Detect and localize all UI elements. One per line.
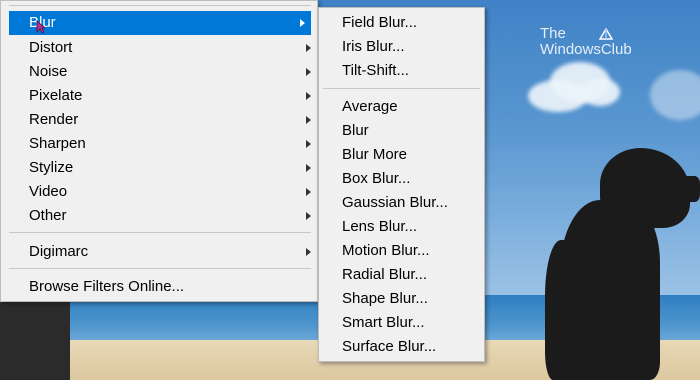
watermark-logo-icon bbox=[599, 28, 613, 40]
mouse-cursor-icon bbox=[36, 20, 46, 34]
submenu-item-box-blur[interactable]: Box Blur... bbox=[319, 167, 484, 191]
submenu-arrow-icon bbox=[306, 44, 311, 52]
menu-separator bbox=[9, 268, 311, 269]
menu-item-distort[interactable]: Distort bbox=[1, 36, 317, 60]
submenu-arrow-icon bbox=[306, 92, 311, 100]
dog-back bbox=[545, 240, 585, 380]
menu-item-label: Sharpen bbox=[29, 135, 86, 152]
submenu-item-label: Box Blur... bbox=[342, 170, 411, 187]
submenu-item-label: Motion Blur... bbox=[342, 242, 430, 259]
submenu-arrow-icon bbox=[306, 140, 311, 148]
submenu-item-radial-blur[interactable]: Radial Blur... bbox=[319, 263, 484, 287]
blur-submenu: Field Blur... Iris Blur... Tilt-Shift...… bbox=[318, 7, 485, 362]
submenu-item-label: Blur bbox=[342, 122, 369, 139]
menu-item-stylize[interactable]: Stylize bbox=[1, 156, 317, 180]
menu-item-label: Video bbox=[29, 183, 68, 200]
menu-separator bbox=[9, 232, 311, 233]
watermark-text: The WindowsClub bbox=[540, 26, 632, 58]
submenu-item-surface-blur[interactable]: Surface Blur... bbox=[319, 335, 484, 359]
submenu-arrow-icon bbox=[306, 116, 311, 124]
submenu-arrow-icon bbox=[306, 188, 311, 196]
submenu-item-average[interactable]: Average bbox=[319, 95, 484, 119]
menu-item-label: Digimarc bbox=[29, 243, 89, 260]
submenu-arrow-icon bbox=[306, 68, 311, 76]
submenu-item-label: Radial Blur... bbox=[342, 266, 428, 283]
submenu-arrow-icon bbox=[306, 248, 311, 256]
submenu-arrow-icon bbox=[300, 19, 305, 27]
menu-item-label: Other bbox=[29, 207, 67, 224]
menu-item-pixelate[interactable]: Pixelate bbox=[1, 84, 317, 108]
submenu-item-label: Shape Blur... bbox=[342, 290, 428, 307]
submenu-item-smart-blur[interactable]: Smart Blur... bbox=[319, 311, 484, 335]
submenu-item-label: Iris Blur... bbox=[342, 38, 405, 55]
dog-snout bbox=[682, 176, 700, 202]
menu-item-label: Distort bbox=[29, 39, 73, 56]
submenu-item-blur[interactable]: Blur bbox=[319, 119, 484, 143]
menu-item-other[interactable]: Other bbox=[1, 204, 317, 228]
submenu-item-lens-blur[interactable]: Lens Blur... bbox=[319, 215, 484, 239]
submenu-arrow-icon bbox=[306, 164, 311, 172]
menu-separator bbox=[9, 5, 311, 6]
menu-item-noise[interactable]: Noise bbox=[1, 60, 317, 84]
cloud bbox=[580, 78, 620, 106]
submenu-item-label: Lens Blur... bbox=[342, 218, 418, 235]
submenu-item-blur-more[interactable]: Blur More bbox=[319, 143, 484, 167]
submenu-separator bbox=[323, 88, 480, 89]
submenu-item-shape-blur[interactable]: Shape Blur... bbox=[319, 287, 484, 311]
submenu-item-label: Field Blur... bbox=[342, 14, 418, 31]
submenu-item-field-blur[interactable]: Field Blur... bbox=[319, 11, 484, 35]
menu-item-video[interactable]: Video bbox=[1, 180, 317, 204]
submenu-item-label: Surface Blur... bbox=[342, 338, 437, 355]
menu-item-blur[interactable]: Blur bbox=[9, 11, 311, 35]
menu-item-label: Stylize bbox=[29, 159, 74, 176]
submenu-item-label: Average bbox=[342, 98, 398, 115]
submenu-item-tilt-shift[interactable]: Tilt-Shift... bbox=[319, 59, 484, 83]
menu-item-sharpen[interactable]: Sharpen bbox=[1, 132, 317, 156]
submenu-item-label: Smart Blur... bbox=[342, 314, 425, 331]
menu-item-label: Render bbox=[29, 111, 79, 128]
submenu-item-motion-blur[interactable]: Motion Blur... bbox=[319, 239, 484, 263]
watermark-line2: WindowsClub bbox=[540, 41, 632, 58]
watermark-line1: The bbox=[540, 25, 566, 42]
submenu-item-label: Blur More bbox=[342, 146, 408, 163]
menu-item-digimarc[interactable]: Digimarc bbox=[1, 240, 317, 264]
menu-item-label: Noise bbox=[29, 63, 68, 80]
submenu-item-iris-blur[interactable]: Iris Blur... bbox=[319, 35, 484, 59]
submenu-item-label: Gaussian Blur... bbox=[342, 194, 448, 211]
submenu-arrow-icon bbox=[306, 212, 311, 220]
menu-item-render[interactable]: Render bbox=[1, 108, 317, 132]
menu-item-browse-filters-online[interactable]: Browse Filters Online... bbox=[1, 275, 317, 299]
menu-item-label: Pixelate bbox=[29, 87, 83, 104]
submenu-item-label: Tilt-Shift... bbox=[342, 62, 409, 79]
submenu-item-gaussian-blur[interactable]: Gaussian Blur... bbox=[319, 191, 484, 215]
filter-menu: Blur Distort Noise Pixelate Render Sharp… bbox=[0, 0, 318, 302]
menu-item-label: Browse Filters Online... bbox=[29, 278, 185, 295]
